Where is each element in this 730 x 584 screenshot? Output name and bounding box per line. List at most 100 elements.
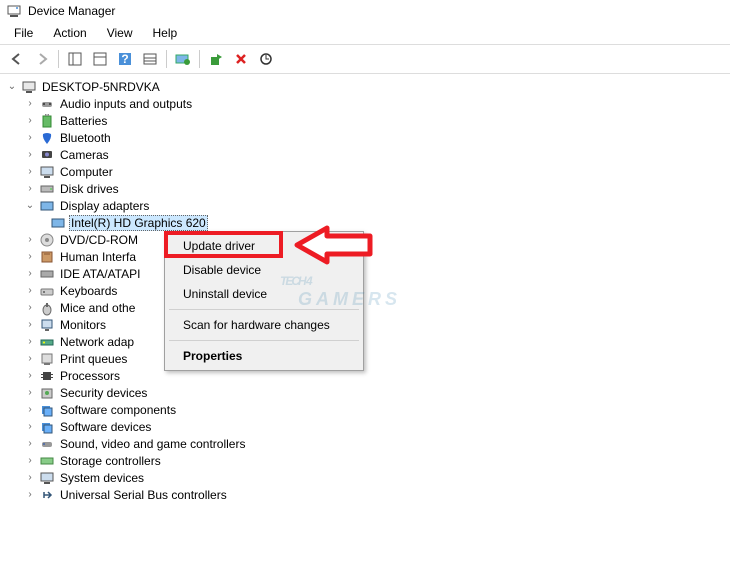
tree-category[interactable]: ›Keyboards: [2, 282, 728, 299]
tree-category[interactable]: › Bluetooth: [2, 129, 728, 146]
ctx-uninstall-device[interactable]: Uninstall device: [167, 282, 361, 306]
expand-icon[interactable]: ›: [24, 268, 36, 279]
tree-category[interactable]: › Monitors: [2, 316, 728, 333]
tree-category[interactable]: › Storage controllers: [2, 452, 728, 469]
tree-category[interactable]: ›Disk drives: [2, 180, 728, 197]
collapse-icon[interactable]: ⌄: [6, 81, 18, 92]
collapse-icon[interactable]: ⌄: [24, 200, 36, 211]
expand-icon[interactable]: ›: [24, 285, 36, 296]
expand-icon[interactable]: ›: [24, 302, 36, 313]
tree-category[interactable]: ›IDE ATA/ATAPI: [2, 265, 728, 282]
tree-category[interactable]: › Sound, video and game controllers: [2, 435, 728, 452]
category-label: DVD/CD-ROM: [58, 233, 140, 247]
tree-category[interactable]: › Network adap: [2, 333, 728, 350]
tree-category[interactable]: ›Computer: [2, 163, 728, 180]
tree-category[interactable]: ›Universal Serial Bus controllers: [2, 486, 728, 503]
forward-button[interactable]: [31, 48, 53, 70]
category-label: Bluetooth: [58, 131, 113, 145]
display-adapter-icon: [50, 215, 66, 231]
tree-category[interactable]: › Security devices: [2, 384, 728, 401]
enable-button[interactable]: [205, 48, 227, 70]
tree-category[interactable]: ›Human Interfa: [2, 248, 728, 265]
tree-category[interactable]: ›System devices: [2, 469, 728, 486]
expand-icon[interactable]: ›: [24, 336, 36, 347]
tree-category[interactable]: › Print queues: [2, 350, 728, 367]
tree-category[interactable]: › Cameras: [2, 146, 728, 163]
tree-category[interactable]: › Software components: [2, 401, 728, 418]
expand-icon[interactable]: ›: [24, 438, 36, 449]
ctx-disable-device[interactable]: Disable device: [167, 258, 361, 282]
back-button[interactable]: [6, 48, 28, 70]
category-label: Cameras: [58, 148, 111, 162]
expand-icon[interactable]: ›: [24, 98, 36, 109]
expand-icon[interactable]: ›: [24, 234, 36, 245]
category-icon: [39, 96, 55, 112]
menu-help[interactable]: Help: [145, 24, 186, 42]
category-icon: [39, 300, 55, 316]
tree-category[interactable]: › DVD/CD-ROM: [2, 231, 728, 248]
expand-icon[interactable]: ›: [24, 489, 36, 500]
device-tree[interactable]: ⌄ DESKTOP-5NRDVKA ›Audio inputs and outp…: [0, 74, 730, 507]
show-hide-tree-button[interactable]: [64, 48, 86, 70]
title-bar: Device Manager: [0, 0, 730, 22]
properties-button[interactable]: [89, 48, 111, 70]
category-icon: [39, 198, 55, 214]
tree-root[interactable]: ⌄ DESKTOP-5NRDVKA: [2, 78, 728, 95]
toolbar-separator: [58, 50, 59, 68]
category-label: Print queues: [58, 352, 129, 366]
expand-icon[interactable]: ›: [24, 183, 36, 194]
expand-icon[interactable]: ›: [24, 455, 36, 466]
computer-icon: [21, 79, 37, 95]
category-icon: [39, 181, 55, 197]
tree-category[interactable]: › Mice and othe: [2, 299, 728, 316]
expand-icon[interactable]: ›: [24, 251, 36, 262]
category-icon: [39, 453, 55, 469]
expand-icon[interactable]: ›: [24, 132, 36, 143]
tree-category[interactable]: ›Audio inputs and outputs: [2, 95, 728, 112]
category-icon: [39, 130, 55, 146]
update-driver-button[interactable]: [172, 48, 194, 70]
category-label: Software components: [58, 403, 178, 417]
toolbar-separator: [166, 50, 167, 68]
category-label: Security devices: [58, 386, 149, 400]
tree-category[interactable]: ⌄ Display adapters: [2, 197, 728, 214]
expand-icon[interactable]: ›: [24, 387, 36, 398]
expand-icon[interactable]: ›: [24, 115, 36, 126]
tree-category[interactable]: ›Processors: [2, 367, 728, 384]
scan-button[interactable]: [255, 48, 277, 70]
tree-category[interactable]: ›Software devices: [2, 418, 728, 435]
menu-bar: File Action View Help: [0, 22, 730, 45]
root-label: DESKTOP-5NRDVKA: [40, 80, 162, 94]
category-label: Network adap: [58, 335, 136, 349]
help-button[interactable]: ?: [114, 48, 136, 70]
ctx-update-driver[interactable]: Update driver: [167, 234, 361, 258]
ctx-scan-hardware[interactable]: Scan for hardware changes: [167, 313, 361, 337]
expand-icon[interactable]: ›: [24, 472, 36, 483]
category-icon: [39, 164, 55, 180]
expand-icon[interactable]: ›: [24, 353, 36, 364]
toolbar-separator: [199, 50, 200, 68]
expand-icon[interactable]: ›: [24, 319, 36, 330]
view-button[interactable]: [139, 48, 161, 70]
category-label: Monitors: [58, 318, 108, 332]
app-icon: [6, 3, 22, 19]
tree-category[interactable]: ›Batteries: [2, 112, 728, 129]
uninstall-button[interactable]: [230, 48, 252, 70]
window-title: Device Manager: [28, 4, 115, 18]
category-label: Display adapters: [58, 199, 151, 213]
menu-file[interactable]: File: [6, 24, 41, 42]
category-icon: [39, 334, 55, 350]
category-label: Sound, video and game controllers: [58, 437, 247, 451]
expand-icon[interactable]: ›: [24, 370, 36, 381]
menu-action[interactable]: Action: [45, 24, 94, 42]
menu-view[interactable]: View: [99, 24, 141, 42]
expand-icon[interactable]: ›: [24, 404, 36, 415]
ctx-properties[interactable]: Properties: [167, 344, 361, 368]
expand-icon[interactable]: ›: [24, 149, 36, 160]
expand-icon[interactable]: ›: [24, 166, 36, 177]
tree-device[interactable]: Intel(R) HD Graphics 620: [2, 214, 728, 231]
category-label: Storage controllers: [58, 454, 163, 468]
category-label: Mice and othe: [58, 301, 137, 315]
category-icon: [39, 283, 55, 299]
expand-icon[interactable]: ›: [24, 421, 36, 432]
